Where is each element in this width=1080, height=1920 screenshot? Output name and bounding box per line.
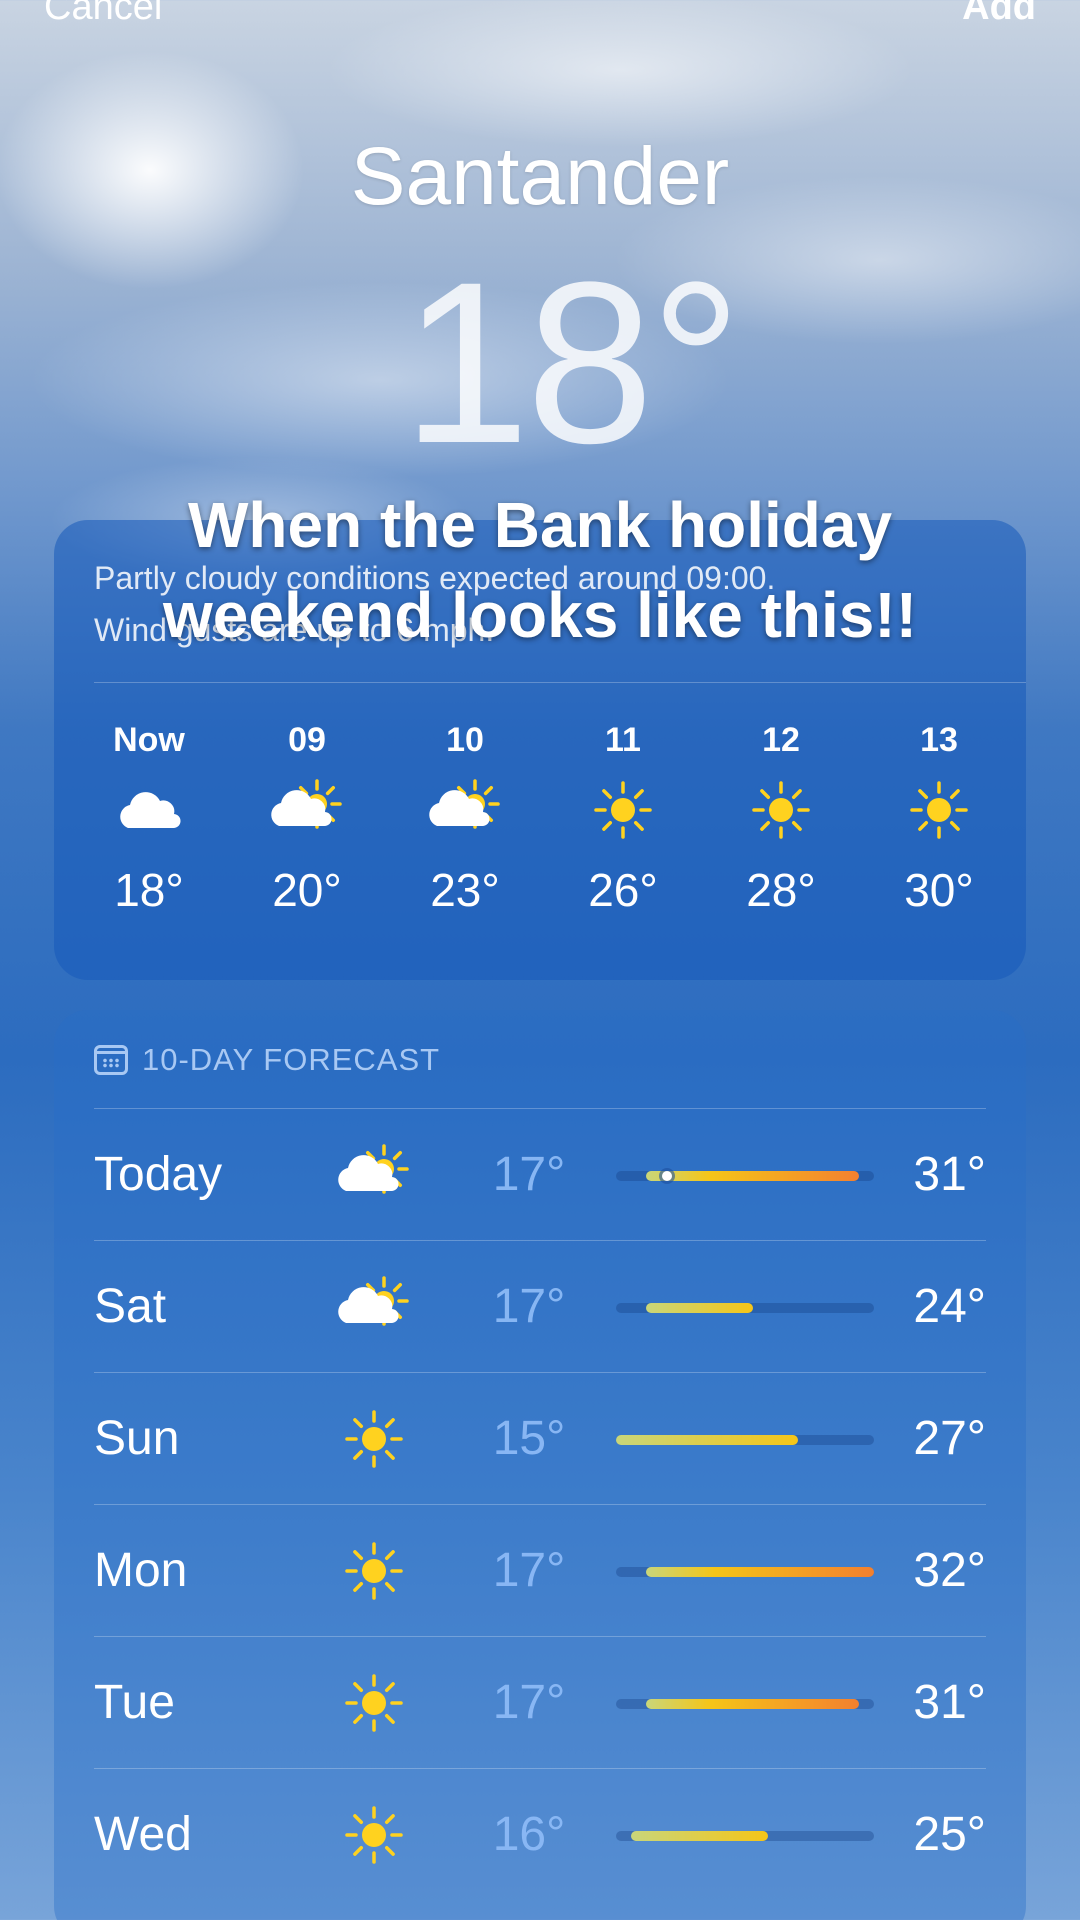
- sun-icon: [334, 1409, 414, 1469]
- city-name: Santander: [350, 131, 730, 222]
- temperature-range-bar: [616, 1435, 874, 1445]
- forecast-header: 10-DAY FORECAST: [94, 1040, 440, 1080]
- add-button[interactable]: Add: [962, 0, 1036, 29]
- forecast-row[interactable]: Tue 17° 31°: [94, 1636, 986, 1768]
- hour-item: 10 23°: [410, 710, 520, 920]
- forecast-low: 17°: [492, 1676, 566, 1729]
- hour-label: 09: [288, 721, 326, 759]
- temperature-range-fill: [616, 1435, 799, 1445]
- caption-line-1: When the Bank holiday: [187, 489, 893, 561]
- forecast-low: 17°: [492, 1280, 566, 1333]
- hourly-list[interactable]: Now 18° 09 20° 10 23° 11 26° 12 28° 13 3…: [94, 710, 994, 920]
- sun-icon: [749, 770, 813, 850]
- forecast-low: 17°: [492, 1148, 566, 1201]
- sun-icon: [334, 1805, 414, 1865]
- hour-temp: 26°: [588, 864, 658, 916]
- forecast-day: Today: [94, 1148, 223, 1201]
- temperature-range-fill: [646, 1567, 874, 1577]
- hour-temp: 18°: [114, 864, 184, 916]
- forecast-day: Mon: [94, 1544, 188, 1597]
- hour-item: 12 28°: [726, 710, 836, 920]
- top-bar: Cancel Add: [0, 0, 1080, 40]
- forecast-row[interactable]: Wed 16° 25°: [94, 1768, 986, 1900]
- hour-item: 11 26°: [568, 710, 678, 920]
- temperature-range-fill: [646, 1171, 859, 1181]
- current-temperature: 18°: [402, 234, 742, 491]
- forecast-row[interactable]: Mon 17° 32°: [94, 1504, 986, 1636]
- hour-label: 11: [605, 721, 641, 759]
- forecast-high: 24°: [913, 1280, 986, 1333]
- forecast-low: 15°: [492, 1412, 566, 1465]
- temperature-range-fill: [646, 1303, 753, 1313]
- hour-label: 10: [446, 721, 484, 759]
- calendar-icon: [94, 1045, 128, 1075]
- temperature-range-bar: [616, 1699, 874, 1709]
- divider: [94, 682, 1026, 683]
- temperature-range-fill: [631, 1831, 768, 1841]
- ten-day-forecast-card[interactable]: 10-DAY FORECAST Today 17° 31° Sat 17° 24…: [54, 1010, 1026, 1920]
- temperature-range-fill: [646, 1699, 859, 1709]
- partly-sunny-icon: [267, 770, 347, 850]
- hour-label: Now: [113, 721, 185, 759]
- caption-overlay: When the Bank holiday weekend looks like…: [0, 480, 1080, 660]
- forecast-day: Sun: [94, 1412, 180, 1465]
- forecast-high: 27°: [913, 1412, 986, 1465]
- hour-label: 12: [762, 721, 800, 759]
- forecast-row[interactable]: Sun 15° 27°: [94, 1372, 986, 1504]
- forecast-high: 25°: [913, 1808, 986, 1861]
- sun-icon: [334, 1673, 414, 1733]
- sun-icon: [591, 770, 655, 850]
- sun-icon: [907, 770, 971, 850]
- partly-sunny-icon: [425, 770, 505, 850]
- forecast-row[interactable]: Today 17° 31°: [94, 1108, 986, 1240]
- hour-item: Now 18°: [94, 710, 204, 920]
- forecast-row[interactable]: Sat 17° 24°: [94, 1240, 986, 1372]
- forecast-low: 16°: [492, 1808, 566, 1861]
- partly-sunny-icon: [334, 1276, 414, 1337]
- cloud-icon: [114, 770, 184, 850]
- forecast-day: Tue: [94, 1676, 175, 1729]
- forecast-high: 31°: [913, 1676, 986, 1729]
- hour-temp: 30°: [904, 864, 974, 916]
- forecast-high: 32°: [913, 1544, 986, 1597]
- caption-line-2: weekend looks like this!!: [163, 579, 917, 651]
- cancel-button[interactable]: Cancel: [44, 0, 162, 29]
- partly-sunny-icon: [334, 1144, 414, 1205]
- sun-icon: [334, 1541, 414, 1601]
- hour-temp: 23°: [430, 864, 500, 916]
- forecast-low: 17°: [492, 1544, 566, 1597]
- temperature-range-bar: [616, 1567, 874, 1577]
- current-temp-dot: [661, 1171, 672, 1181]
- forecast-day: Wed: [94, 1808, 192, 1861]
- temperature-range-bar: [616, 1831, 874, 1841]
- hour-temp: 28°: [746, 864, 816, 916]
- hour-item: 13 30°: [884, 710, 994, 920]
- forecast-day: Sat: [94, 1280, 167, 1333]
- temperature-range-bar: [616, 1303, 874, 1313]
- hour-item: 09 20°: [252, 710, 362, 920]
- temperature-range-bar: [616, 1171, 874, 1181]
- forecast-high: 31°: [913, 1148, 986, 1201]
- hour-label: 13: [920, 721, 958, 759]
- forecast-list: Today 17° 31° Sat 17° 24° Sun 15° 27° Mo…: [94, 1108, 986, 1900]
- forecast-header-label: 10-DAY FORECAST: [142, 1042, 441, 1077]
- hour-temp: 20°: [272, 864, 342, 916]
